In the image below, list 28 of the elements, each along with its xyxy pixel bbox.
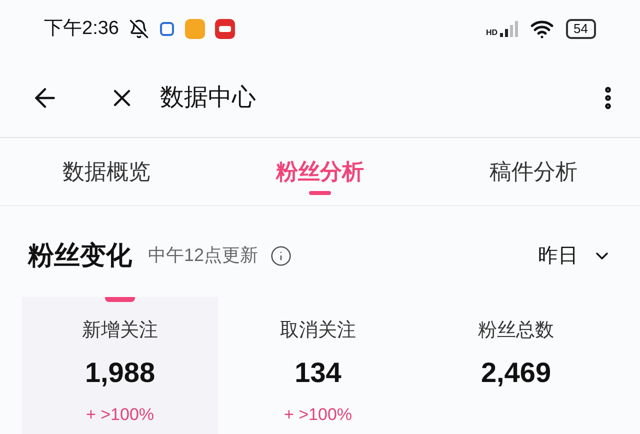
stat-value: 2,469 (480, 356, 552, 390)
stat-value: 134 (294, 356, 342, 390)
stat-card[interactable]: 粉丝总数 2,469 (418, 297, 614, 434)
stat-value: 1,988 (84, 356, 156, 390)
app-notification-icon (184, 19, 205, 39)
stat-change: + >100% (86, 404, 154, 426)
stat-label: 新增关注 (82, 319, 158, 343)
stat-card[interactable]: 新增关注 1,988 + >100% (22, 297, 218, 434)
stat-label: 取消关注 (280, 319, 356, 343)
app-notification-icon (158, 20, 175, 38)
stat-label: 粉丝总数 (478, 319, 554, 343)
tab-indicator (308, 191, 331, 195)
tab[interactable]: 稿件分析 (489, 155, 578, 188)
status-time: 下午2:36 (44, 16, 119, 41)
signal-icon (500, 21, 518, 37)
selected-indicator (105, 297, 135, 302)
battery-indicator: 54 (566, 19, 596, 39)
section-title: 粉丝变化 (28, 239, 132, 272)
period-dropdown[interactable]: 昨日 (538, 240, 612, 270)
stat-card[interactable]: 取消关注 134 + >100% (220, 297, 416, 434)
bell-off-icon (128, 19, 149, 39)
page-title: 数据中心 (160, 82, 256, 112)
tab[interactable]: 数据概览 (62, 155, 151, 188)
info-icon[interactable] (270, 244, 292, 266)
update-note: 中午12点更新 (148, 244, 258, 267)
app-notification-icon (214, 19, 235, 39)
network-label: HD (486, 29, 498, 37)
stat-change: + >100% (284, 404, 352, 426)
